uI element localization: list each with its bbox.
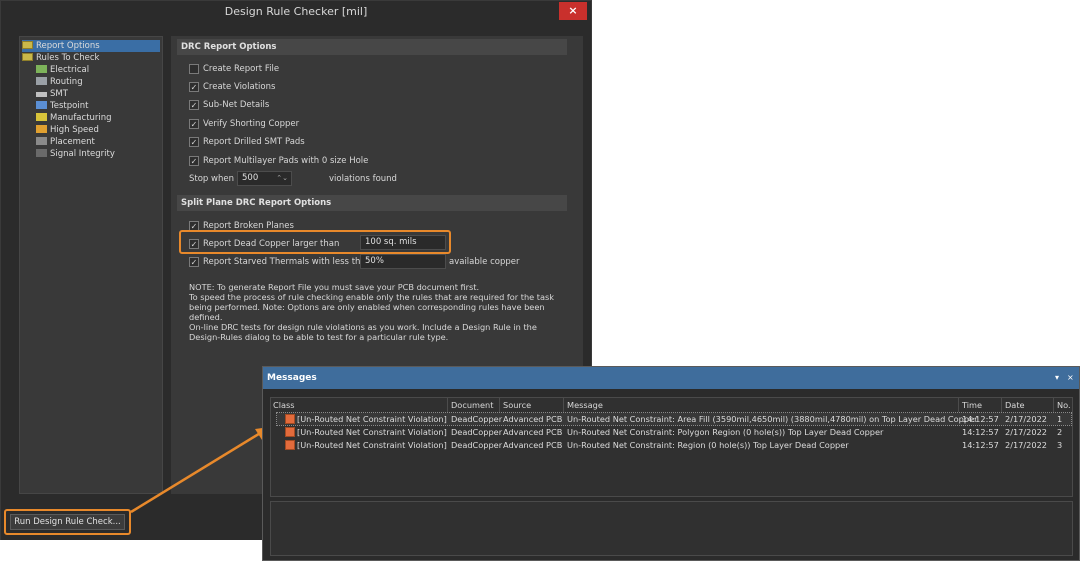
table-row[interactable]: [Un-Routed Net Constraint Violation] Dea… (276, 412, 1072, 426)
violation-icon (285, 427, 295, 437)
column-date[interactable]: Date (1005, 400, 1025, 410)
arrow-line (130, 430, 263, 514)
column-document[interactable]: Document (451, 400, 493, 410)
message-details-panel (270, 501, 1073, 556)
violation-icon (285, 440, 295, 450)
messages-title: Messages (263, 367, 1079, 389)
messages-table: Class Document Source Message Time Date … (270, 397, 1073, 497)
column-source[interactable]: Source (503, 400, 531, 410)
column-class[interactable]: Class (273, 400, 295, 410)
violation-icon (285, 414, 295, 424)
column-no[interactable]: No. (1057, 400, 1071, 410)
messages-panel: Messages ▾ × Class Document Source Messa… (262, 366, 1080, 561)
chevron-down-icon[interactable]: ▾ (1055, 367, 1059, 389)
column-message[interactable]: Message (567, 400, 603, 410)
table-row[interactable]: [Un-Routed Net Constraint Violation] Dea… (277, 439, 1071, 451)
table-row[interactable]: [Un-Routed Net Constraint Violation] Dea… (277, 426, 1071, 438)
close-icon[interactable]: × (1067, 367, 1074, 389)
column-time[interactable]: Time (962, 400, 982, 410)
